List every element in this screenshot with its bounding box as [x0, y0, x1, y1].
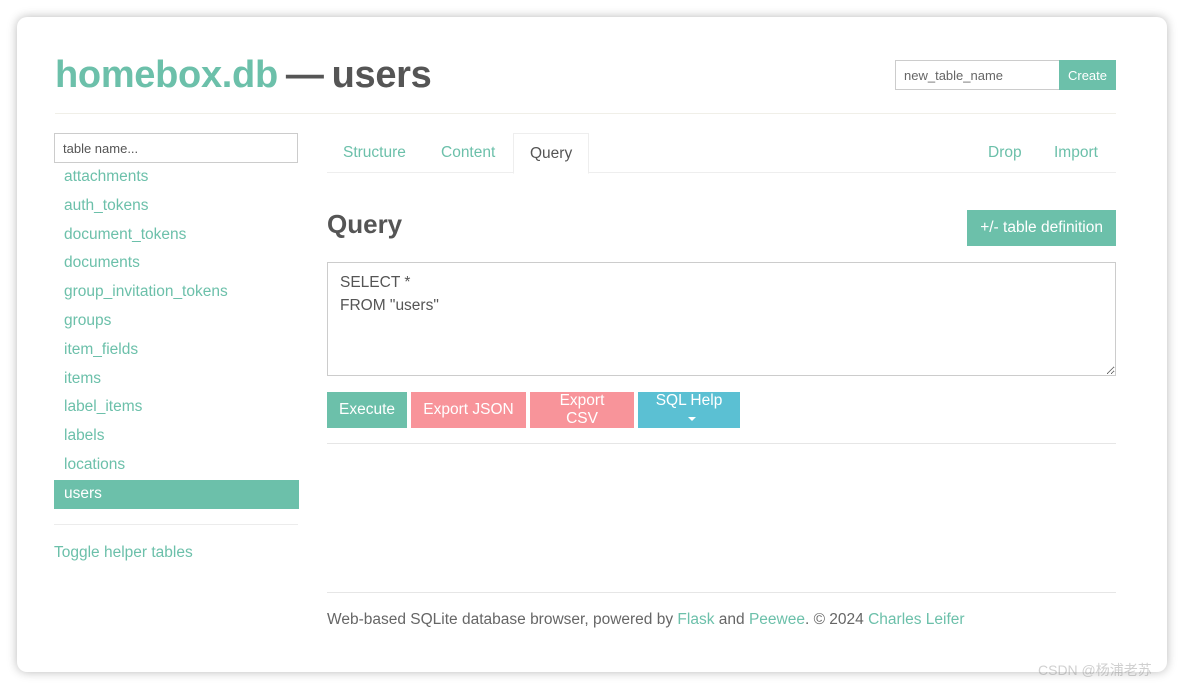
footer-divider [327, 592, 1116, 593]
table-link-documents[interactable]: documents [54, 249, 299, 278]
footer-and: and [714, 611, 749, 628]
author-link[interactable]: Charles Leifer [868, 611, 965, 628]
execute-button[interactable]: Execute [327, 392, 407, 428]
tab-bar: Structure Content Query Drop Import [327, 133, 1116, 174]
create-table-button[interactable]: Create [1059, 60, 1116, 90]
watermark: CSDN @杨浦老苏 [1038, 662, 1152, 678]
results-divider [327, 443, 1116, 444]
export-json-button[interactable]: Export JSON [411, 392, 526, 428]
app-window: homebox.db—users Create attachments auth… [17, 17, 1167, 672]
page-title: homebox.db — users [55, 54, 432, 97]
tab-structure[interactable]: Structure [327, 133, 422, 173]
table-link-users[interactable]: users [54, 479, 299, 509]
table-link-labels[interactable]: labels [54, 422, 299, 451]
section-title: Query [327, 209, 403, 239]
table-link-attachments[interactable]: attachments [54, 163, 299, 192]
sidebar-divider [54, 523, 298, 525]
table-name: users [331, 54, 432, 96]
table-link-document-tokens[interactable]: document_tokens [54, 221, 299, 250]
caret-down-icon [687, 416, 696, 421]
table-filter-input[interactable] [54, 133, 298, 163]
sql-help-dropdown-button[interactable]: SQL Help [638, 392, 740, 428]
peewee-link[interactable]: Peewee [749, 611, 805, 628]
table-link-label-items[interactable]: label_items [54, 393, 299, 422]
table-link-item-fields[interactable]: item_fields [54, 336, 299, 365]
table-link-items[interactable]: items [54, 365, 299, 394]
new-table-name-input[interactable] [895, 60, 1059, 90]
table-link-auth-tokens[interactable]: auth_tokens [54, 192, 299, 221]
sidebar: attachments auth_tokens document_tokens … [54, 133, 299, 562]
tab-content[interactable]: Content [425, 133, 511, 173]
title-separator: — [285, 54, 324, 96]
table-link-locations[interactable]: locations [54, 451, 299, 480]
toggle-table-definition-button[interactable]: +/- table definition [967, 210, 1116, 246]
toggle-helper-tables-link[interactable]: Toggle helper tables [54, 544, 299, 562]
create-table-form: Create [895, 60, 1116, 90]
header-divider [55, 113, 1116, 114]
table-link-groups[interactable]: groups [54, 307, 299, 336]
query-actions: Execute Export JSON Export CSV SQL Help [327, 392, 740, 428]
main-content: Structure Content Query Drop Import Quer… [327, 133, 1116, 444]
flask-link[interactable]: Flask [677, 611, 714, 628]
footer-text: Web-based SQLite database browser, power… [327, 611, 678, 628]
table-link-group-invitation-tokens[interactable]: group_invitation_tokens [54, 278, 299, 307]
sql-help-label: SQL Help [655, 392, 723, 409]
database-name[interactable]: homebox.db [55, 54, 278, 96]
footer-copyright: . © 2024 [804, 611, 869, 628]
sql-query-textarea[interactable]: SELECT * FROM "users" [327, 262, 1116, 376]
tab-drop[interactable]: Drop [972, 133, 1038, 173]
table-list: attachments auth_tokens document_tokens … [54, 163, 299, 509]
tab-query[interactable]: Query [513, 133, 590, 174]
tab-import[interactable]: Import [1038, 133, 1114, 173]
footer: Web-based SQLite database browser, power… [327, 611, 965, 629]
export-csv-button[interactable]: Export CSV [530, 392, 634, 428]
